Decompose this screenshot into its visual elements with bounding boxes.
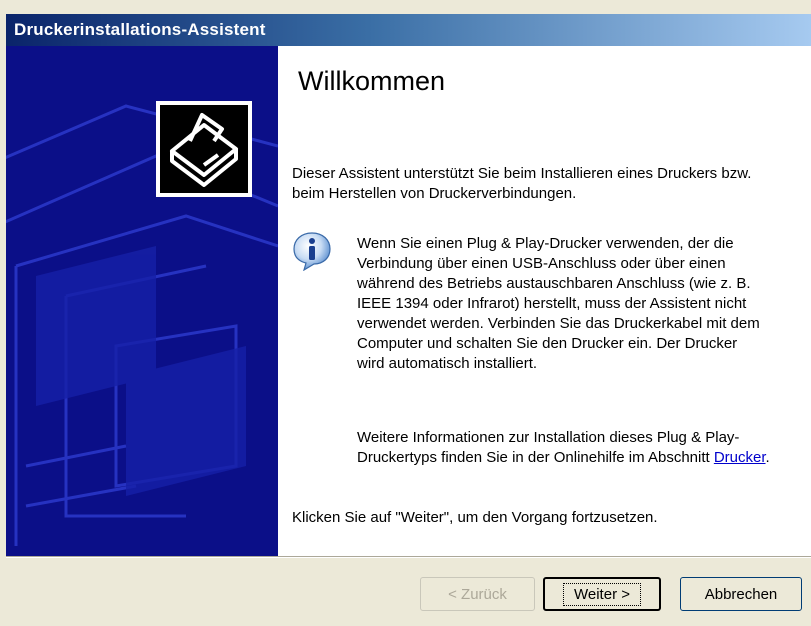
intro-text: Dieser Assistent unterstützt Sie beim In… (292, 165, 752, 202)
more-info-prefix: Weitere Informationen zur Installation d… (357, 429, 740, 466)
more-info-suffix: . (765, 449, 770, 466)
page-title: Willkommen (298, 66, 446, 96)
info-text: Wenn Sie einen Plug & Play-Drucker verwe… (357, 235, 760, 372)
back-button[interactable]: < Zurück (420, 577, 535, 611)
printer-help-link[interactable]: Drucker (714, 449, 766, 466)
info-icon (292, 231, 332, 272)
window-title: Druckerinstallations-Assistent (14, 20, 266, 39)
next-button-label: Weiter > (563, 582, 641, 606)
title-bar[interactable]: Druckerinstallations-Assistent (6, 14, 811, 46)
wizard-window: Druckerinstallations-Assistent Willkomme… (0, 0, 811, 626)
more-info-text: Weitere Informationen zur Installation d… (357, 428, 777, 468)
next-button[interactable]: Weiter > (543, 577, 661, 611)
continue-hint: Klicken Sie auf "Weiter", um den Vorgang… (292, 509, 658, 526)
wizard-content: Willkommen Dieser Assistent unterstützt … (278, 46, 811, 556)
footer-divider (6, 556, 811, 558)
cancel-button-label: Abbrechen (704, 585, 778, 603)
cancel-button[interactable]: Abbrechen (680, 577, 802, 611)
back-button-label: < Zurück (448, 585, 507, 603)
wizard-sidebar-banner (6, 46, 278, 556)
printer-icon (156, 101, 252, 197)
